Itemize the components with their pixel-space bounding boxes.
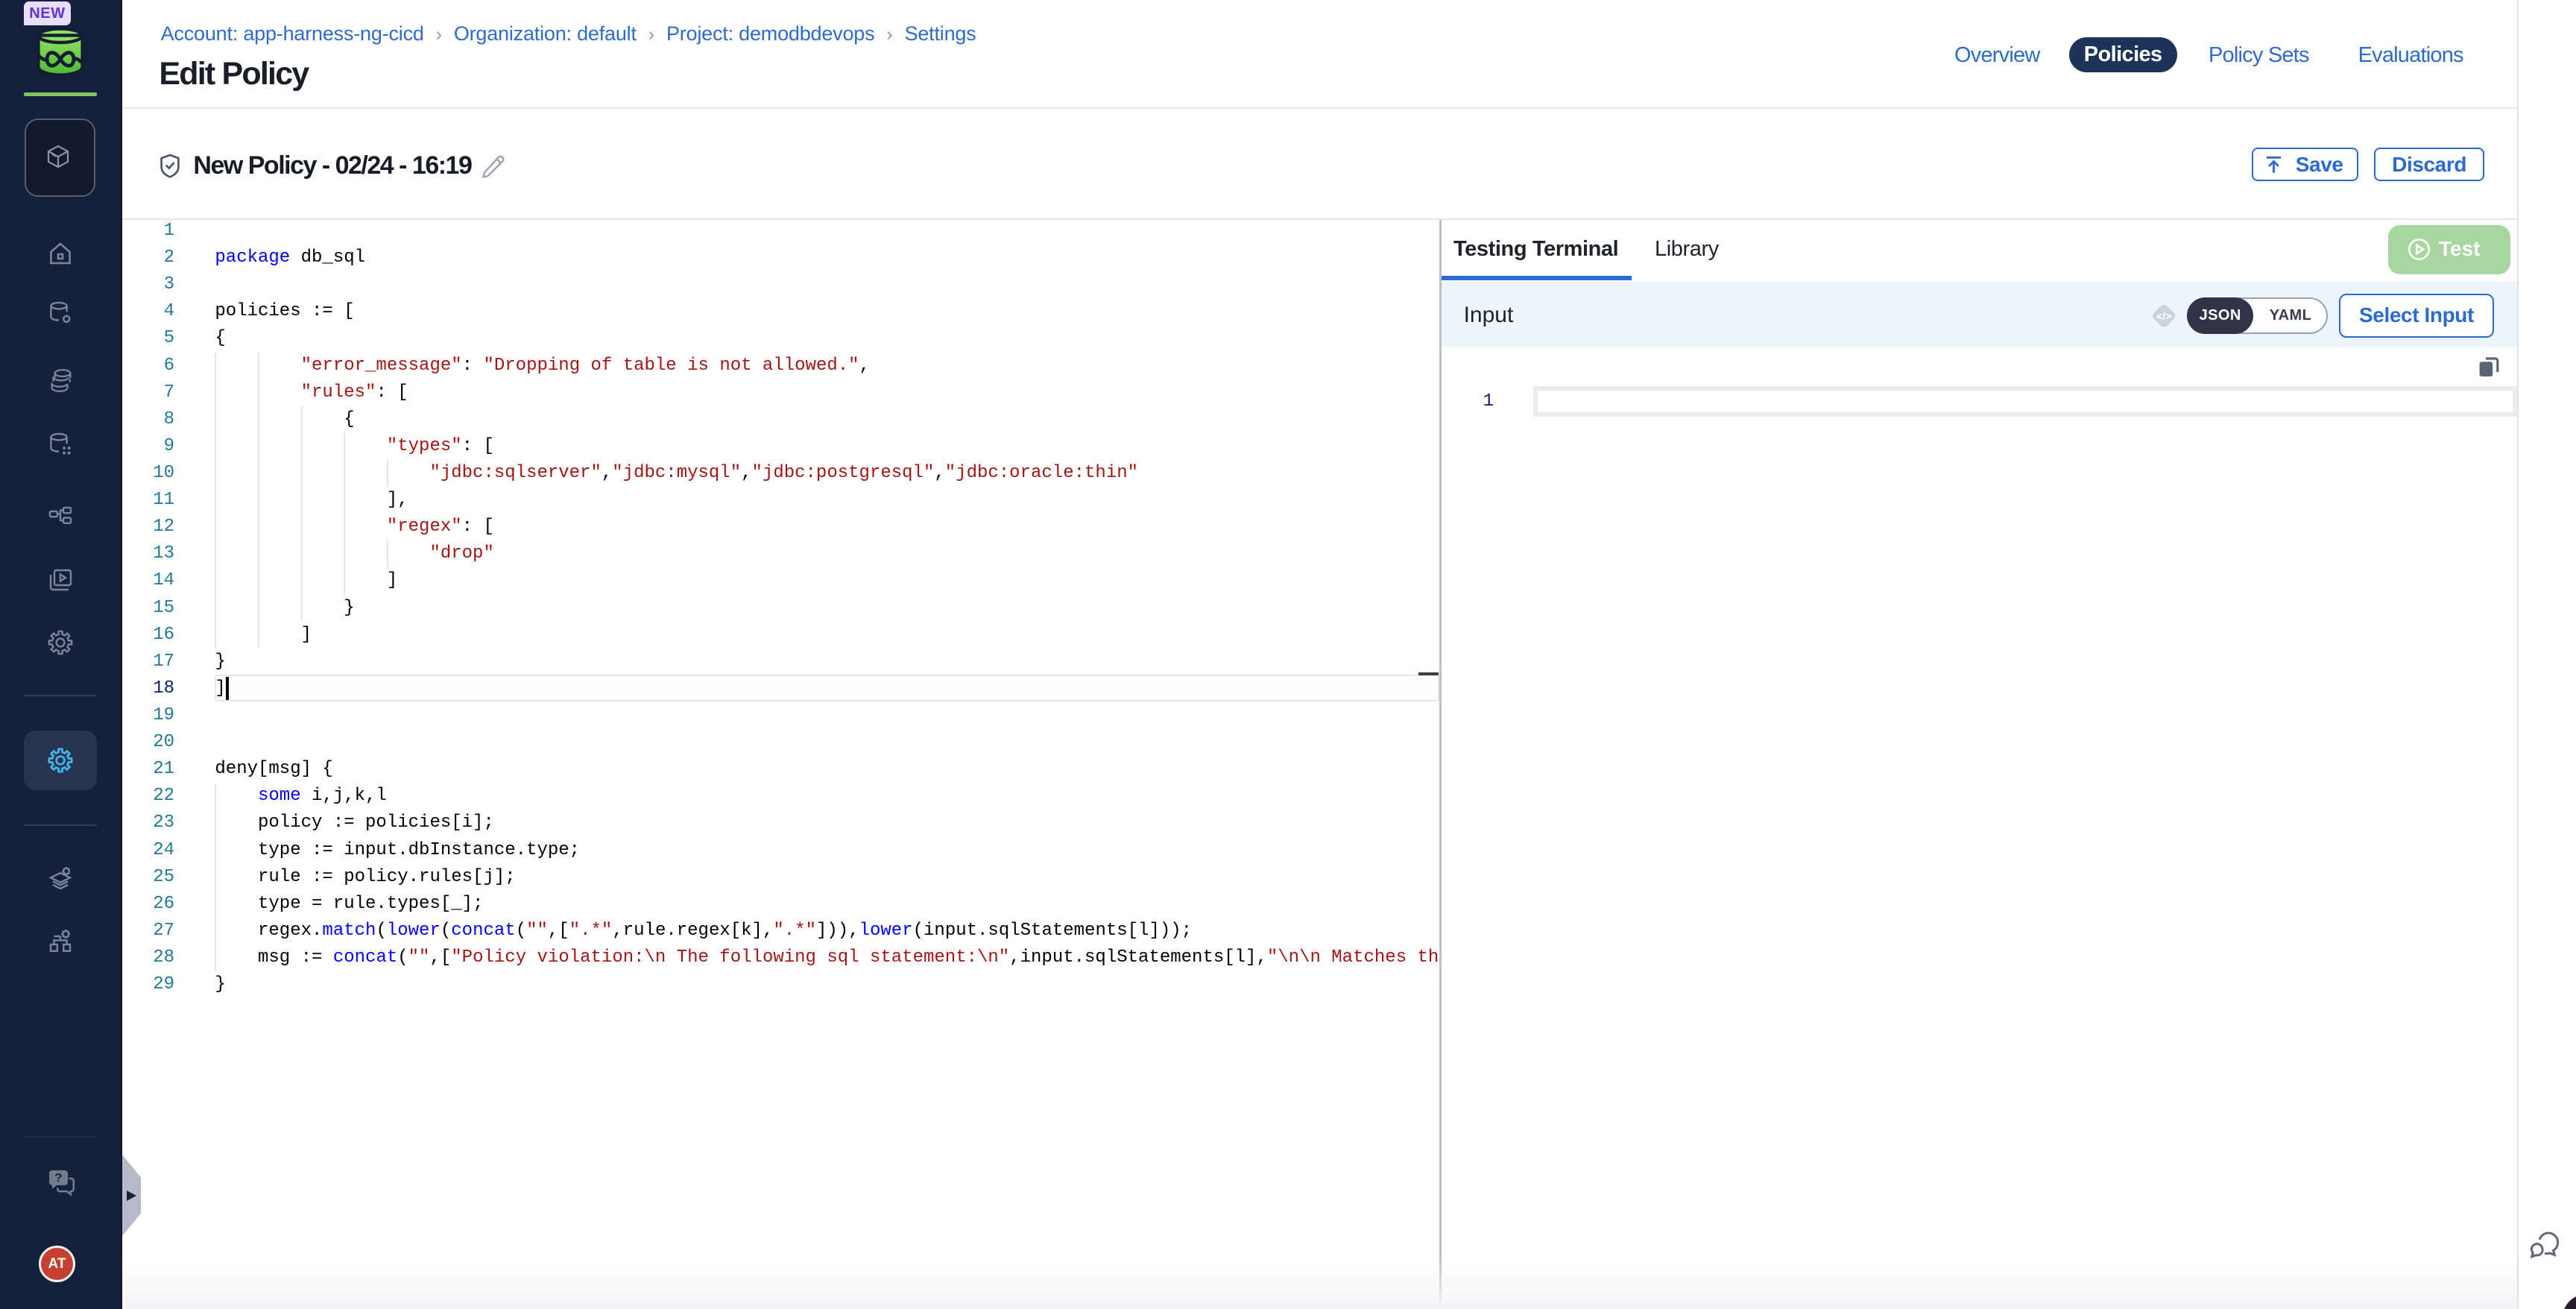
svg-text:?: ? [54, 1171, 62, 1185]
svg-text:</>: </> [2156, 311, 2172, 323]
